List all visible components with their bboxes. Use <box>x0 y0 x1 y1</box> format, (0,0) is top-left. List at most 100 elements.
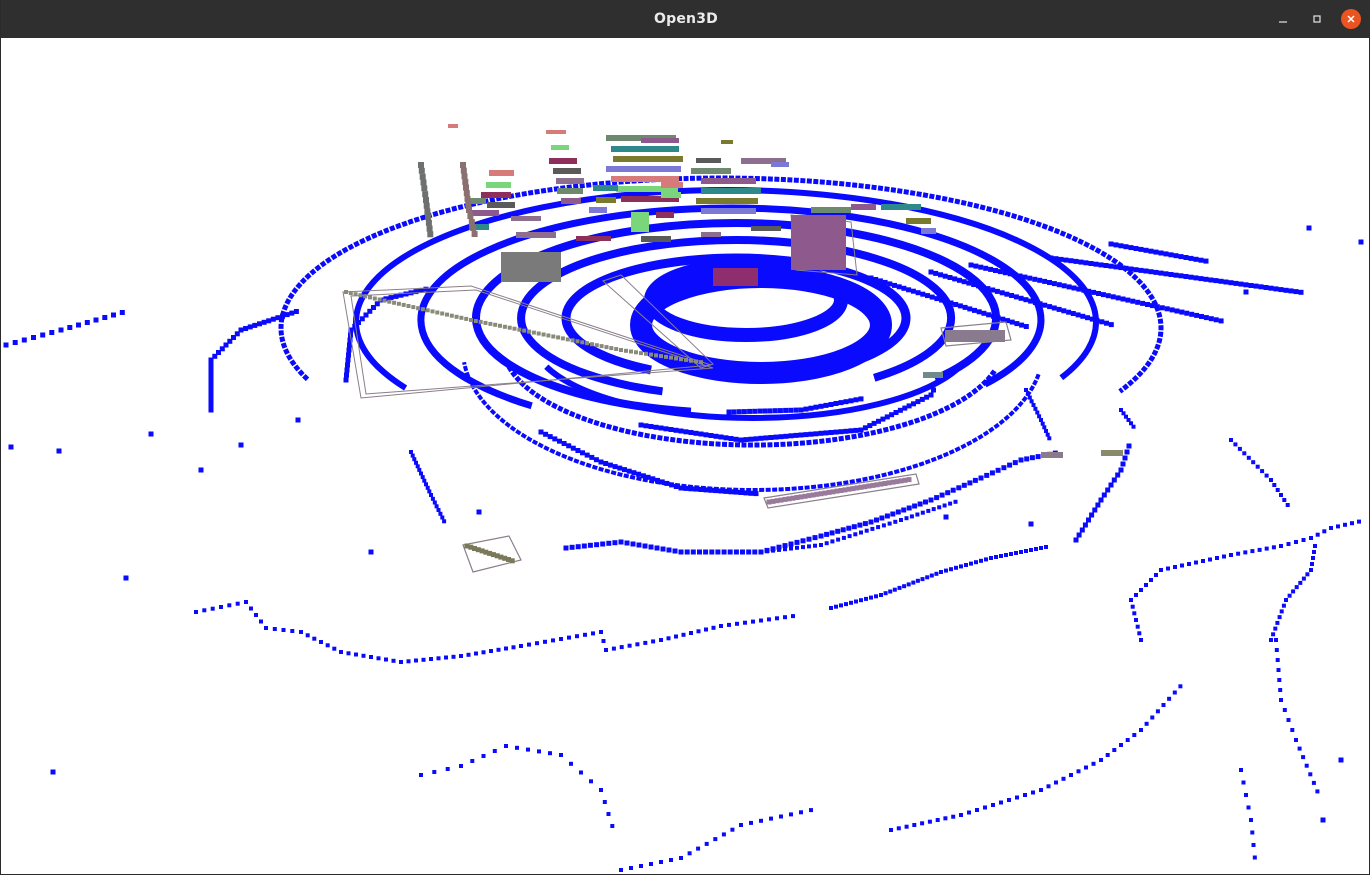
point <box>650 476 656 482</box>
point <box>194 610 198 614</box>
point <box>893 410 899 415</box>
point <box>1249 818 1253 822</box>
point <box>1108 263 1114 269</box>
point <box>887 281 893 287</box>
point <box>678 485 684 491</box>
point <box>594 343 599 348</box>
point <box>666 636 671 641</box>
point <box>567 635 571 640</box>
point <box>994 555 998 559</box>
point <box>969 561 973 566</box>
point <box>1056 306 1062 312</box>
point <box>1178 684 1183 689</box>
point <box>973 263 979 269</box>
point <box>451 654 456 659</box>
point <box>1118 467 1124 473</box>
point <box>470 225 477 231</box>
point <box>1071 285 1077 291</box>
point <box>551 638 555 643</box>
point <box>67 325 73 330</box>
point <box>991 803 995 807</box>
point <box>575 448 581 453</box>
point <box>1144 721 1149 726</box>
point <box>889 828 893 832</box>
point <box>591 631 595 636</box>
point <box>463 190 470 197</box>
title-bar[interactable]: Open3D <box>1 0 1370 38</box>
point <box>892 282 897 288</box>
point <box>813 404 819 410</box>
point <box>527 642 531 647</box>
point <box>901 285 907 291</box>
point <box>270 316 276 322</box>
building-points <box>557 188 583 194</box>
point <box>1061 308 1067 314</box>
point <box>979 558 983 563</box>
point <box>325 643 330 648</box>
point <box>929 573 934 578</box>
minimize-button[interactable] <box>1273 9 1293 29</box>
point <box>252 322 258 328</box>
point <box>1233 280 1239 286</box>
object-points <box>418 162 434 238</box>
point <box>208 402 214 408</box>
point <box>912 823 917 827</box>
point <box>1291 589 1296 594</box>
point <box>1105 293 1111 299</box>
point <box>928 269 934 275</box>
point <box>423 286 429 292</box>
point <box>688 486 694 492</box>
point <box>666 547 672 553</box>
point <box>931 507 936 512</box>
point <box>465 201 472 208</box>
point <box>708 487 714 493</box>
point <box>673 427 679 433</box>
point <box>962 304 968 310</box>
point <box>1108 482 1114 488</box>
point <box>971 282 977 287</box>
point <box>1018 457 1024 463</box>
point <box>684 549 690 555</box>
point <box>1158 250 1164 256</box>
lidar-scan-line <box>194 600 795 664</box>
point <box>829 530 835 536</box>
point <box>984 472 990 478</box>
point <box>703 487 709 493</box>
building-points <box>611 146 679 152</box>
point <box>563 545 569 551</box>
point <box>974 560 978 565</box>
maximize-button[interactable] <box>1307 9 1327 29</box>
point <box>683 485 689 491</box>
point <box>1294 585 1299 590</box>
point <box>1143 247 1149 253</box>
point <box>1193 275 1199 281</box>
building-points <box>851 204 876 210</box>
point <box>111 312 116 318</box>
point <box>481 754 486 758</box>
point <box>123 575 129 581</box>
point <box>812 535 818 541</box>
point <box>999 800 1003 805</box>
point <box>393 293 399 299</box>
point <box>696 846 701 851</box>
point <box>876 525 881 530</box>
point <box>1274 648 1279 652</box>
point <box>1099 758 1103 762</box>
point <box>1040 421 1045 426</box>
point-cloud-canvas[interactable] <box>1 38 1369 874</box>
point <box>208 387 214 393</box>
point <box>1051 281 1057 287</box>
point <box>607 462 613 468</box>
point <box>376 656 381 661</box>
point <box>594 542 600 548</box>
point <box>614 347 619 351</box>
point <box>445 312 449 317</box>
point <box>1042 278 1048 284</box>
3d-viewport[interactable] <box>1 38 1369 874</box>
point <box>630 541 636 547</box>
close-button[interactable] <box>1341 9 1361 29</box>
point <box>1024 549 1028 553</box>
point <box>966 280 972 286</box>
point <box>1236 551 1241 556</box>
point <box>626 468 632 474</box>
